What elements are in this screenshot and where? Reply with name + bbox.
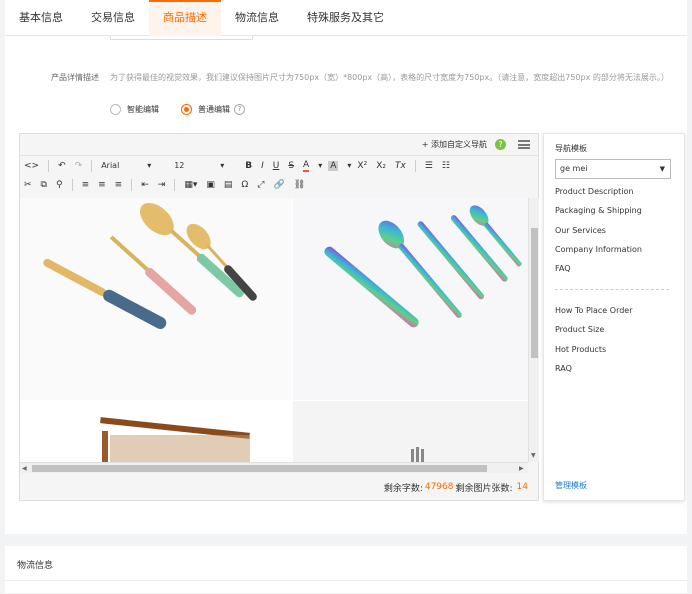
font-size-value: 12 bbox=[174, 161, 185, 170]
add-custom-nav-button[interactable]: + 添加自定义导航 bbox=[422, 139, 487, 150]
numbered-list-icon[interactable]: ☷ bbox=[442, 161, 450, 171]
chevron-down-icon: ▼ bbox=[659, 165, 665, 173]
help-icon[interactable]: ? bbox=[234, 104, 245, 115]
vertical-scrollbar[interactable]: ▼ bbox=[528, 198, 539, 462]
remaining-images-label: 剩余图片张数: bbox=[455, 483, 513, 494]
nav-template-panel: 导航模板 ge mei ▼ Product Description Packag… bbox=[543, 133, 685, 501]
font-family-select[interactable]: Arial ▾ bbox=[101, 161, 165, 170]
strikethrough-icon[interactable]: S bbox=[288, 161, 294, 171]
underline-icon[interactable]: U bbox=[273, 161, 280, 171]
toolbar-row-1: <> ↶ ↷ Arial ▾ 12 ▾ B I U S A ▾ A ▾ X² X₂ … bbox=[20, 156, 538, 175]
manage-templates-link[interactable]: 管理模板 bbox=[555, 480, 587, 491]
unlink-icon[interactable]: ⛓ bbox=[294, 180, 305, 190]
source-code-icon[interactable]: <> bbox=[24, 161, 39, 171]
redo-icon[interactable]: ↷ bbox=[75, 161, 83, 171]
logistics-title: 物流信息 bbox=[17, 561, 54, 571]
nav-item[interactable]: RAQ bbox=[555, 364, 572, 373]
previous-field-edge bbox=[110, 36, 253, 40]
editor-header: + 添加自定义导航 ? bbox=[20, 134, 538, 156]
nav-item[interactable]: How To Place Order bbox=[555, 306, 633, 315]
nav-template-title: 导航模板 bbox=[555, 144, 587, 153]
product-image-wooden-box[interactable] bbox=[20, 401, 292, 462]
nav-item[interactable]: Packaging & Shipping bbox=[555, 206, 642, 215]
tab-logistics[interactable]: 物流信息 bbox=[221, 0, 293, 36]
indent-icon[interactable]: ⇥ bbox=[158, 180, 166, 190]
tab-product-description[interactable]: 商品描述 bbox=[149, 0, 221, 36]
table-icon[interactable]: ▦▾ bbox=[184, 180, 197, 190]
align-right-icon[interactable]: ≡ bbox=[115, 180, 123, 190]
bold-icon[interactable]: B bbox=[245, 161, 252, 171]
tab-special-services[interactable]: 特殊服务及其它 bbox=[293, 0, 398, 36]
detail-label: 产品详情描述 bbox=[51, 73, 99, 82]
italic-icon[interactable]: I bbox=[261, 161, 264, 171]
help-icon[interactable]: ? bbox=[495, 139, 506, 150]
nav-item[interactable]: Product Size bbox=[555, 325, 604, 334]
link-icon[interactable]: 🔗 bbox=[273, 180, 284, 190]
cut-icon[interactable]: ✂ bbox=[24, 180, 32, 190]
description-panel: 产品详情描述 为了获得最佳的视觉效果，我们建议保持图片尺寸为750px（宽）*8… bbox=[5, 36, 687, 534]
normal-edit-radio[interactable] bbox=[181, 104, 192, 115]
nav-item[interactable]: Our Services bbox=[555, 226, 606, 235]
product-image-pastel-cutlery[interactable] bbox=[20, 198, 292, 400]
rich-text-editor: + 添加自定义导航 ? <> ↶ ↷ Arial ▾ 12 ▾ B I U S A … bbox=[19, 133, 539, 501]
undo-icon[interactable]: ↶ bbox=[58, 161, 66, 171]
template-select[interactable]: ge mei ▼ bbox=[555, 159, 671, 179]
nav-item[interactable]: Company Information bbox=[555, 245, 642, 254]
remaining-chars-label: 剩余字数: bbox=[383, 483, 423, 494]
outdent-icon[interactable]: ⇤ bbox=[141, 180, 149, 190]
highlight-icon[interactable]: A bbox=[328, 160, 339, 171]
superscript-icon[interactable]: X² bbox=[357, 161, 367, 171]
normal-edit-label: 普通编辑 bbox=[198, 105, 230, 114]
template-select-value: ge mei bbox=[560, 164, 588, 173]
smart-edit-label: 智能编辑 bbox=[127, 105, 159, 114]
toolbar-row-2: ✂ ⧉ ⚲ ≡ ≡ ≡ ⇤ ⇥ ▦▾ ▣ ▤ Ω ⤢ 🔗 ⛓ bbox=[20, 175, 538, 194]
scroll-down-icon[interactable]: ▼ bbox=[531, 452, 536, 459]
fullscreen-icon[interactable]: ⤢ bbox=[257, 180, 264, 190]
tab-basic-info[interactable]: 基本信息 bbox=[5, 0, 77, 36]
tab-bar: 基本信息 交易信息 商品描述 物流信息 特殊服务及其它 bbox=[5, 0, 687, 36]
scroll-left-icon[interactable]: ◀ bbox=[22, 465, 27, 472]
special-char-icon[interactable]: Ω bbox=[241, 180, 248, 190]
divider bbox=[5, 580, 687, 581]
align-center-icon[interactable]: ≡ bbox=[98, 180, 106, 190]
font-family-value: Arial bbox=[101, 161, 120, 170]
product-image-fork-detail[interactable] bbox=[293, 401, 528, 462]
remaining-images-value: 14 bbox=[516, 482, 528, 492]
product-image-rainbow-cutlery[interactable] bbox=[293, 198, 528, 400]
editor-footer: 剩余字数: 47968 剩余图片张数: 14 bbox=[20, 474, 538, 500]
logistics-section: 物流信息 bbox=[5, 546, 687, 594]
scroll-right-icon[interactable]: ▶ bbox=[519, 465, 524, 472]
menu-icon[interactable] bbox=[518, 140, 530, 149]
image-icon[interactable]: ▣ bbox=[206, 180, 215, 190]
find-icon[interactable]: ⚲ bbox=[56, 180, 63, 190]
module-icon[interactable]: ▤ bbox=[224, 180, 233, 190]
remaining-chars-value: 47968 bbox=[424, 482, 454, 492]
vertical-scroll-thumb[interactable] bbox=[531, 228, 538, 358]
copy-icon[interactable]: ⧉ bbox=[41, 180, 47, 190]
align-left-icon[interactable]: ≡ bbox=[82, 180, 90, 190]
editor-content[interactable] bbox=[20, 198, 528, 462]
chevron-down-icon[interactable]: ▾ bbox=[347, 161, 351, 170]
edit-mode-group: 智能编辑 普通编辑 ? bbox=[110, 104, 245, 115]
size-hint: 为了获得最佳的视觉效果，我们建议保持图片尺寸为750px（宽）*800px（高）… bbox=[110, 73, 669, 82]
tab-trade-info[interactable]: 交易信息 bbox=[77, 0, 149, 36]
nav-divider bbox=[555, 289, 669, 290]
nav-item[interactable]: FAQ bbox=[555, 264, 571, 273]
font-size-select[interactable]: 12 ▾ bbox=[174, 161, 236, 170]
horizontal-scrollbar[interactable]: ◀ ▶ bbox=[20, 462, 528, 473]
chevron-down-icon[interactable]: ▾ bbox=[318, 161, 322, 170]
bullet-list-icon[interactable]: ☰ bbox=[425, 161, 433, 171]
clear-format-icon[interactable]: Tx bbox=[395, 161, 406, 171]
nav-item[interactable]: Hot Products bbox=[555, 345, 606, 354]
font-color-icon[interactable]: A bbox=[303, 160, 310, 172]
horizontal-scroll-thumb[interactable] bbox=[32, 465, 487, 472]
subscript-icon[interactable]: X₂ bbox=[376, 161, 386, 171]
nav-item[interactable]: Product Description bbox=[555, 187, 633, 196]
smart-edit-radio[interactable] bbox=[110, 104, 121, 115]
